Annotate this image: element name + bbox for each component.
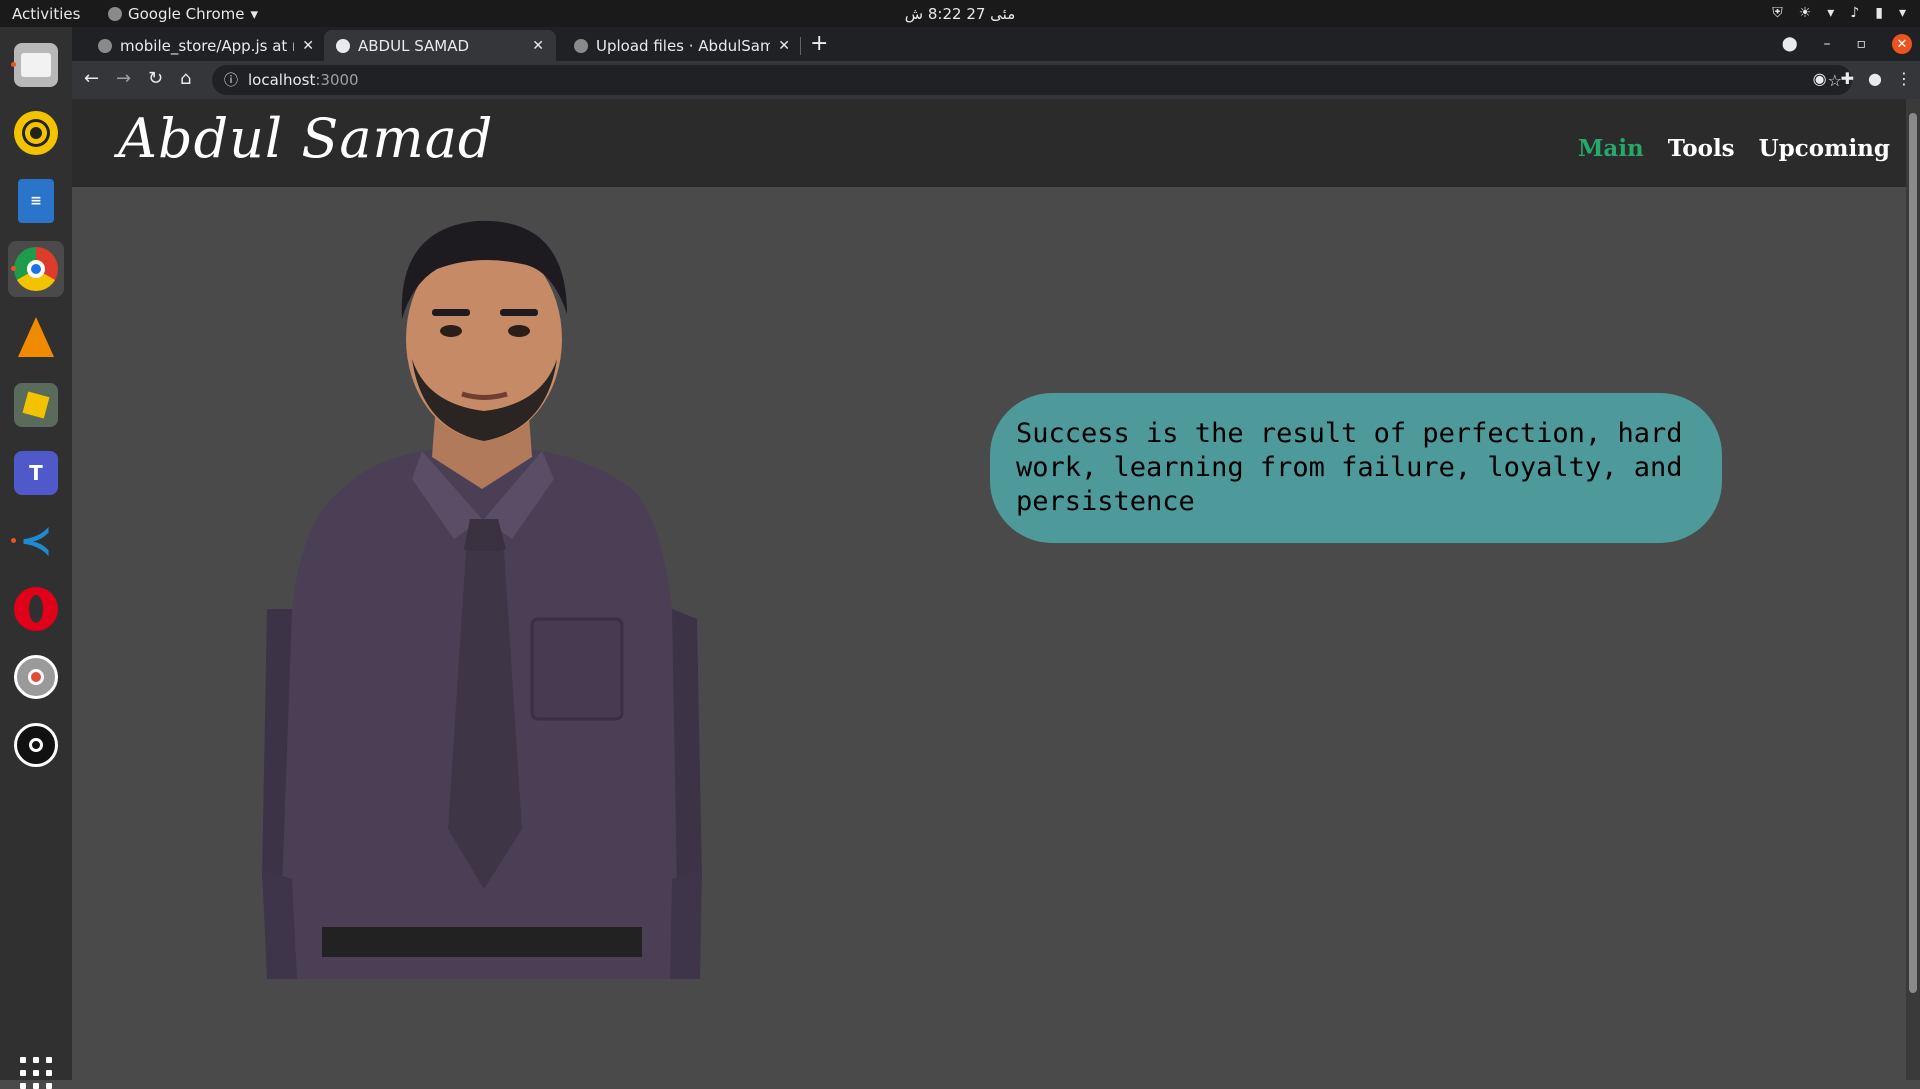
minimize-icon[interactable]: – [1824,36,1831,52]
show-applications-icon[interactable] [20,1057,52,1089]
dock-opera[interactable] [8,581,64,637]
dock-obs[interactable] [8,717,64,773]
tab-search-icon[interactable]: ⬤ [1782,36,1798,52]
dock-teams[interactable]: T [8,445,64,501]
dock-rhythmbox[interactable] [8,105,64,161]
running-indicator [11,538,16,543]
close-icon[interactable]: ✕ [302,38,314,54]
dock-vscode[interactable]: ≺ [8,513,64,569]
url-port: :3000 [315,71,359,89]
puzzle-icon[interactable]: ✚ [1841,69,1854,88]
web-page: Abdul Samad Main Tools Upcoming Success … [72,99,1906,1080]
browser-toolbar: ← → ↻ ⌂ ⓘ localhost:3000 ☆ ◉ ✚ ● ⋮ [72,61,1920,99]
files-icon [14,43,58,87]
obs-icon [14,723,58,767]
system-tray[interactable]: ⛨ ☀ ▾ ♪ ▮ ▾ [1772,5,1906,21]
new-tab-button[interactable]: + [810,33,828,55]
github-icon [98,38,112,53]
chevron-down-icon[interactable]: ▾ [1899,5,1906,21]
reload-icon[interactable]: ↻ [148,69,163,89]
url-host: localhost [248,71,316,89]
close-icon[interactable]: ✕ [778,38,790,54]
tab-app-js[interactable]: mobile_store/App.js at m ✕ [86,30,326,61]
forward-icon[interactable]: → [116,69,131,89]
battery-icon[interactable]: ▮ [1875,5,1883,21]
nav-main[interactable]: Main [1578,135,1644,162]
nav-tools[interactable]: Tools [1668,135,1735,162]
running-indicator [11,62,16,67]
opera-icon [14,587,58,631]
dock-files[interactable] [8,37,64,93]
dock-boxes[interactable] [8,377,64,433]
page-scrollbar[interactable] [1906,99,1920,1080]
profile-avatar[interactable]: ● [1868,69,1882,88]
tab-separator [800,37,801,55]
brightness-icon[interactable]: ☀ [1799,5,1812,21]
close-icon[interactable]: ✕ [532,38,544,54]
system-top-bar: Activities Google Chrome ▾ مئی 27 8:22 ش… [0,0,1920,27]
home-icon[interactable]: ⌂ [180,69,191,89]
extensions-area: ◉ ✚ ● ⋮ [1813,69,1912,88]
tab-abdul-samad[interactable]: ABDUL SAMAD ✕ [324,30,556,61]
vscode-icon: ≺ [19,518,53,564]
wifi-icon[interactable]: ▾ [1827,5,1834,21]
profile-photo [262,220,702,979]
github-icon [574,38,588,53]
tab-title: ABDUL SAMAD [358,36,470,55]
volume-icon[interactable]: ♪ [1850,5,1859,21]
clock[interactable]: مئی 27 8:22 ش [0,5,1920,23]
extension-icon[interactable]: ◉ [1813,69,1827,88]
globe-icon [336,38,350,53]
window-controls: ⬤ – ▫ ✕ [1782,27,1920,61]
maximize-icon[interactable]: ▫ [1857,36,1867,52]
chrome-icon [14,247,58,291]
menu-kebab-icon[interactable]: ⋮ [1896,69,1912,88]
dock-chrome[interactable] [8,241,64,297]
shield-icon[interactable]: ⛨ [1772,5,1783,21]
tab-title: mobile_store/App.js at m [120,36,295,55]
quote-bubble: Success is the result of perfection, har… [990,393,1722,543]
rhythmbox-icon [14,111,58,155]
libreoffice-writer-icon: ≡ [18,179,54,223]
quote-text: Success is the result of perfection, har… [1016,418,1683,517]
site-header: Abdul Samad Main Tools Upcoming [72,99,1906,187]
dock-vlc[interactable] [8,309,64,365]
address-bar[interactable]: ⓘ localhost:3000 ☆ [212,65,1852,95]
browser-window: mobile_store/App.js at m ✕ ABDUL SAMAD ✕… [72,27,1920,99]
tab-title: Upload files · AbdulSamad [596,36,771,55]
dock-help[interactable] [8,649,64,705]
lifesaver-icon [14,655,58,699]
site-info-icon[interactable]: ⓘ [224,70,238,90]
dock-writer[interactable]: ≡ [8,173,64,229]
gnome-boxes-icon [14,383,58,427]
tab-upload-files[interactable]: Upload files · AbdulSamad ✕ [562,30,802,61]
site-brand[interactable]: Abdul Samad [118,107,494,170]
nav-upcoming[interactable]: Upcoming [1759,135,1890,162]
dock: ≡ T ≺ [0,27,72,1089]
scrollbar-thumb[interactable] [1909,113,1917,993]
tab-strip: mobile_store/App.js at m ✕ ABDUL SAMAD ✕… [72,27,1920,61]
teams-icon: T [14,451,58,495]
vlc-icon [14,315,58,359]
running-indicator [11,266,16,271]
site-nav: Main Tools Upcoming [1578,135,1890,162]
back-icon[interactable]: ← [84,69,99,89]
close-window-button[interactable]: ✕ [1892,34,1912,54]
